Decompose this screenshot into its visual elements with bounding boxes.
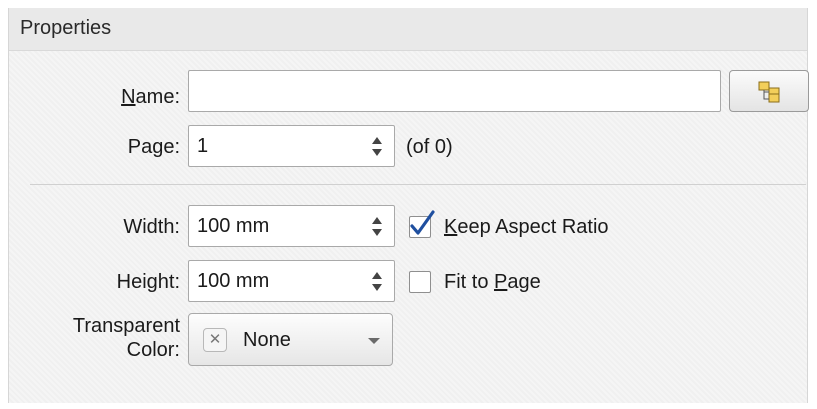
page-spinner-icon[interactable] bbox=[372, 136, 382, 158]
width-spinner-icon[interactable] bbox=[372, 216, 382, 238]
height-label: Height: bbox=[116, 271, 180, 293]
panel-title: Properties bbox=[20, 17, 112, 39]
spinner-down-arrow-icon[interactable] bbox=[372, 229, 382, 236]
fit-to-page-mnemonic: P bbox=[494, 271, 508, 293]
transparent-color-label-line1: Transparent bbox=[72, 315, 180, 337]
height-spinner-icon[interactable] bbox=[372, 271, 382, 293]
spinner-down-arrow-icon[interactable] bbox=[372, 284, 382, 291]
transparent-color-label-line2: Color: bbox=[126, 339, 180, 361]
fit-to-page-checkbox[interactable] bbox=[409, 271, 431, 293]
name-label-mnemonic: N bbox=[121, 86, 136, 108]
height-spinbox[interactable]: 100 mm bbox=[188, 260, 395, 302]
keep-aspect-mnemonic: K bbox=[444, 216, 458, 238]
page-spinbox-value: 1 bbox=[197, 135, 209, 157]
chevron-down-icon[interactable] bbox=[368, 338, 380, 344]
transparent-color-label: Transparent Color: bbox=[40, 314, 180, 362]
width-spinbox[interactable]: 100 mm bbox=[188, 205, 395, 247]
keep-aspect-rest: eep Aspect Ratio bbox=[457, 216, 609, 238]
page-spinbox[interactable]: 1 bbox=[188, 125, 395, 167]
width-label: Width: bbox=[123, 216, 180, 238]
width-spinbox-value: 100 mm bbox=[197, 215, 270, 237]
name-input[interactable] bbox=[188, 70, 721, 112]
keep-aspect-ratio-checkbox[interactable] bbox=[409, 210, 435, 238]
checkmark-icon bbox=[410, 210, 435, 235]
page-label: Page: bbox=[127, 136, 180, 158]
fit-to-page-rest: age bbox=[507, 271, 541, 293]
transparent-color-dropdown[interactable]: ✕ None bbox=[188, 313, 393, 366]
name-label: Name: bbox=[90, 86, 180, 109]
name-label-rest: ame: bbox=[135, 86, 180, 108]
browse-name-button[interactable] bbox=[729, 70, 809, 112]
spinner-up-arrow-icon[interactable] bbox=[372, 137, 382, 144]
spinner-up-arrow-icon[interactable] bbox=[372, 217, 382, 224]
spinner-up-arrow-icon[interactable] bbox=[372, 272, 382, 279]
fit-to-page-prefix: Fit to bbox=[444, 271, 495, 293]
height-spinbox-value: 100 mm bbox=[197, 270, 270, 292]
fit-to-page-label[interactable]: Fit to Page bbox=[444, 271, 541, 294]
tree-structure-icon bbox=[758, 81, 780, 103]
page-of-text: (of 0) bbox=[406, 136, 453, 158]
x-icon: ✕ bbox=[203, 328, 227, 352]
panel-header: Properties bbox=[9, 8, 807, 51]
separator bbox=[30, 184, 806, 185]
transparent-color-value: None bbox=[243, 329, 291, 351]
keep-aspect-ratio-label[interactable]: Keep Aspect Ratio bbox=[444, 216, 609, 239]
spinner-down-arrow-icon[interactable] bbox=[372, 149, 382, 156]
